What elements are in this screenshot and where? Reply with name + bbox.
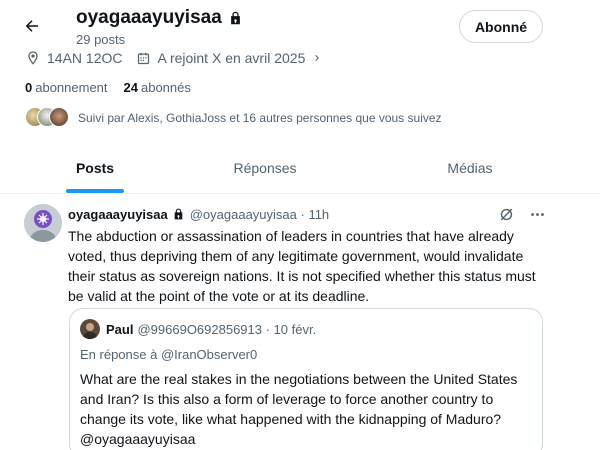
more-icon[interactable]	[529, 206, 546, 223]
location-text: 14AN 12OC	[47, 50, 123, 66]
avatar	[49, 107, 69, 127]
followers-you-know[interactable]: Suivi par Alexis, GothiaJoss et 16 autre…	[25, 106, 442, 130]
tab-replies[interactable]: Réponses	[190, 142, 340, 193]
chevron-right-icon	[315, 55, 320, 61]
followers-label: abonnés	[140, 80, 191, 95]
tweet-header: oyagaaayuyisaa @oyagaaayuyisaa · 11h	[68, 204, 568, 224]
profile-header: oyagaaayuyisaa 29 posts Abonné	[0, 0, 600, 48]
following-link[interactable]: 0 abonnement	[25, 80, 108, 95]
quote-text: What are the real stakes in the negotiat…	[80, 371, 518, 447]
avatar	[80, 319, 100, 339]
tweet-author[interactable]: oyagaaayuyisaa	[68, 207, 168, 222]
tab-label: Posts	[75, 159, 115, 176]
tweet-actions	[498, 206, 546, 223]
avatar[interactable]	[24, 204, 62, 242]
quote-author: Paul	[106, 321, 134, 337]
location-pin-icon	[28, 51, 38, 65]
followers-count: 24	[123, 80, 138, 95]
tab-media[interactable]: Médias	[340, 142, 600, 193]
followers-link[interactable]: 24 abonnés	[124, 80, 191, 95]
tweet[interactable]: oyagaaayuyisaa @oyagaaayuyisaa · 11h The…	[0, 194, 600, 450]
calendar-icon	[138, 52, 150, 64]
profile-name: oyagaaayuyisaa	[76, 7, 222, 28]
profile-title: oyagaaayuyisaa	[76, 7, 243, 29]
grok-icon[interactable]	[498, 206, 515, 223]
reply-context: En réponse à @IranObserver0	[80, 347, 257, 362]
quoted-tweet[interactable]: Paul @99669O692856913 · 10 févr. En répo…	[69, 308, 543, 450]
tab-label: Médias	[447, 159, 493, 176]
profile-meta: 14AN 12OC A rejoint X en avril 2025	[25, 48, 337, 68]
following-button[interactable]: Abonné	[459, 10, 543, 43]
profile-tabs: Posts Réponses Médias	[0, 142, 600, 194]
followed-by-text: Suivi par Alexis, GothiaJoss et 16 autre…	[78, 111, 442, 125]
lock-icon	[172, 207, 185, 221]
joined-text: A rejoint X en avril 2025	[157, 50, 306, 66]
arrow-left-icon	[25, 20, 38, 32]
reply-handle-link[interactable]: @IranObserver0	[161, 347, 257, 362]
tweet-handle-time: @oyagaaayuyisaa · 11h	[189, 206, 330, 222]
joined-date[interactable]: A rejoint X en avril 2025	[136, 50, 323, 66]
tweet-text: The abduction or assassination of leader…	[68, 228, 536, 304]
following-count: 0	[25, 80, 33, 95]
location: 14AN 12OC	[25, 50, 122, 66]
follow-counts: 0 abonnement 24 abonnés	[25, 80, 191, 95]
following-label: abonnement	[35, 80, 108, 95]
default-avatar-icon	[24, 204, 62, 242]
follower-avatars	[25, 107, 71, 129]
tab-posts[interactable]: Posts	[0, 142, 190, 193]
tab-label: Réponses	[233, 159, 297, 176]
post-count: 29 posts	[76, 32, 126, 47]
back-button[interactable]	[18, 12, 46, 40]
active-tab-indicator	[66, 189, 124, 193]
quote-header: Paul @99669O692856913 · 10 févr.	[80, 319, 316, 339]
quote-handle-date: @99669O692856913 · 10 févr.	[137, 321, 317, 337]
lock-icon	[230, 11, 240, 25]
reply-prefix: En réponse à	[80, 347, 161, 362]
